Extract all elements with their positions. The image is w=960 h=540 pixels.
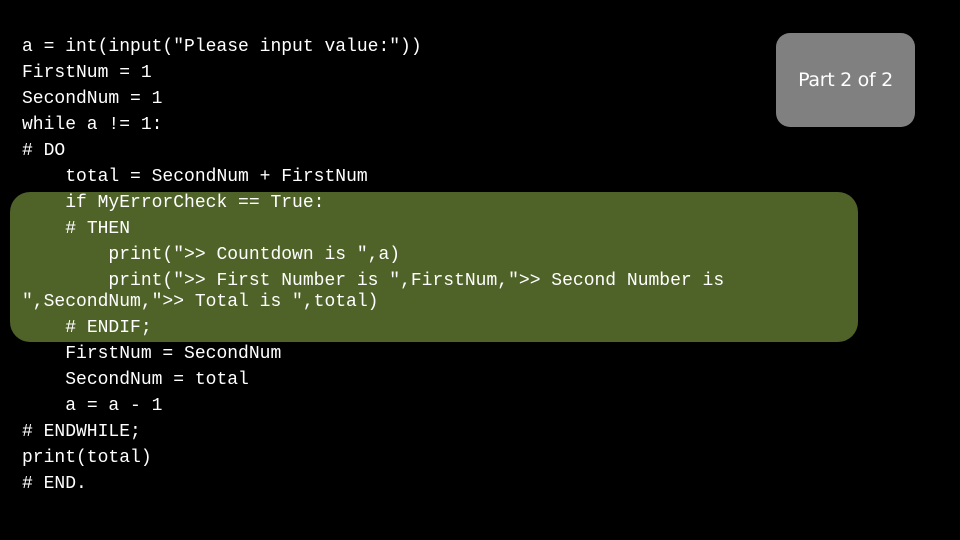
part-indicator-badge: Part 2 of 2 (776, 33, 915, 127)
code-line: a = int(input("Please input value:")) (22, 37, 422, 57)
code-block: a = int(input("Please input value:")) Fi… (22, 37, 764, 500)
code-line: # DO (22, 141, 66, 161)
code-line-highlighted: print(">> First Number is ",FirstNum,">>… (22, 271, 735, 312)
code-line: SecondNum = total (22, 370, 249, 390)
code-line: FirstNum = 1 (22, 63, 152, 83)
code-line: # ENDWHILE; (22, 422, 141, 442)
code-line-highlighted: print(">> Countdown is ",a) (22, 245, 401, 265)
code-line-highlighted: if MyErrorCheck == True: (22, 193, 325, 213)
part-indicator-label: Part 2 of 2 (798, 69, 893, 91)
code-line: SecondNum = 1 (22, 89, 163, 109)
code-line: a = a - 1 (22, 396, 163, 416)
code-line: print(total) (22, 448, 152, 468)
code-line-highlighted: # ENDIF; (22, 318, 152, 338)
code-line: while a != 1: (22, 115, 163, 135)
code-line: total = SecondNum + FirstNum (22, 167, 368, 187)
code-line-highlighted: # THEN (22, 219, 131, 239)
code-line: FirstNum = SecondNum (22, 344, 282, 364)
code-line: # END. (22, 474, 87, 494)
